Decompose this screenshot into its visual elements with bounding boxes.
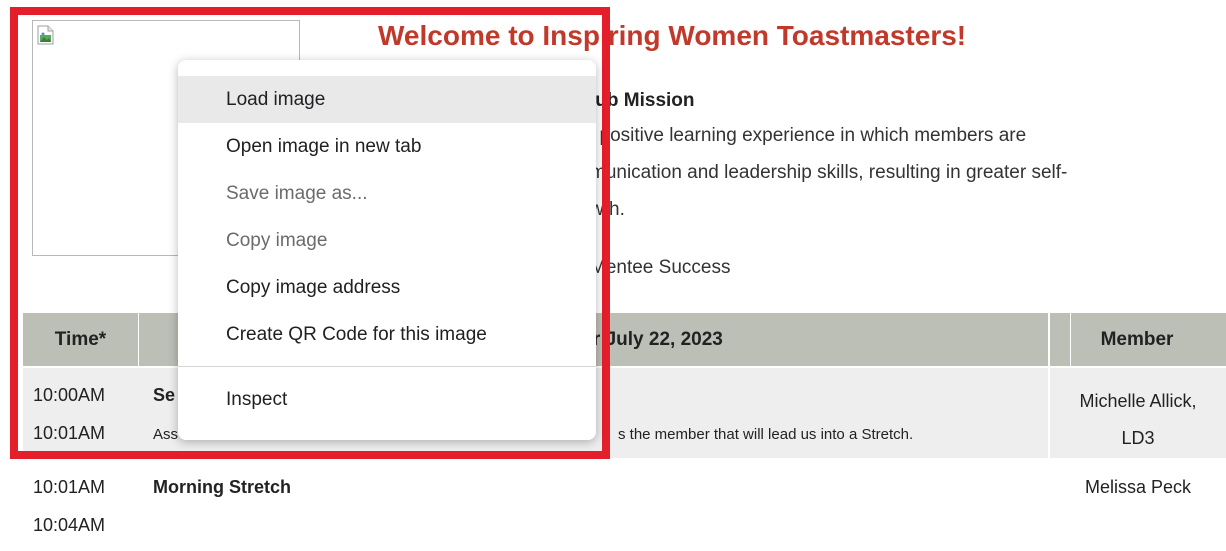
row-time-start: 10:01AM — [33, 477, 106, 497]
header-member: Member — [1100, 328, 1174, 350]
mission-text-line: l positive learning experience in which … — [590, 125, 1027, 146]
table-row: 10:01AM 10:04AM Morning Stretch Melissa … — [23, 460, 1226, 551]
menu-item-open-image-new-tab[interactable]: Open image in new tab — [178, 123, 596, 170]
context-menu: Load image Open image in new tab Save im… — [178, 60, 596, 440]
row-time-end: 10:04AM — [33, 515, 106, 535]
row-description: s the member that will lead us into a St… — [618, 426, 914, 443]
row-member: Michelle Allick, LD3 — [1050, 383, 1226, 457]
row-description-start: Ass — [153, 426, 179, 443]
mission-heading: lub Mission — [590, 90, 695, 111]
page-title: Welcome to Inspiring Women Toastmasters! — [378, 20, 967, 51]
menu-item-load-image[interactable]: Load image — [178, 76, 596, 123]
row-member: Melissa Peck — [1084, 477, 1192, 497]
menu-item-copy-image-address[interactable]: Copy image address — [178, 264, 596, 311]
mentee-success-text: Mentee Success — [590, 257, 731, 278]
header-time: Time* — [23, 313, 139, 366]
menu-separator — [178, 366, 596, 367]
row-title: Se — [153, 385, 176, 405]
menu-item-copy-image[interactable]: Copy image — [178, 217, 596, 264]
row-time-end: 10:01AM — [33, 423, 106, 443]
row-time-start: 10:00AM — [33, 385, 106, 405]
member-name: Michelle Allick, LD3 — [1079, 391, 1197, 448]
mission-text-line: munication and leadership skills, result… — [590, 162, 1068, 183]
broken-image-icon — [37, 25, 55, 45]
row-title: Morning Stretch — [153, 477, 291, 497]
menu-item-create-qr-code[interactable]: Create QR Code for this image — [178, 311, 596, 358]
menu-item-save-image-as[interactable]: Save image as... — [178, 170, 596, 217]
menu-item-inspect[interactable]: Inspect — [178, 376, 596, 423]
